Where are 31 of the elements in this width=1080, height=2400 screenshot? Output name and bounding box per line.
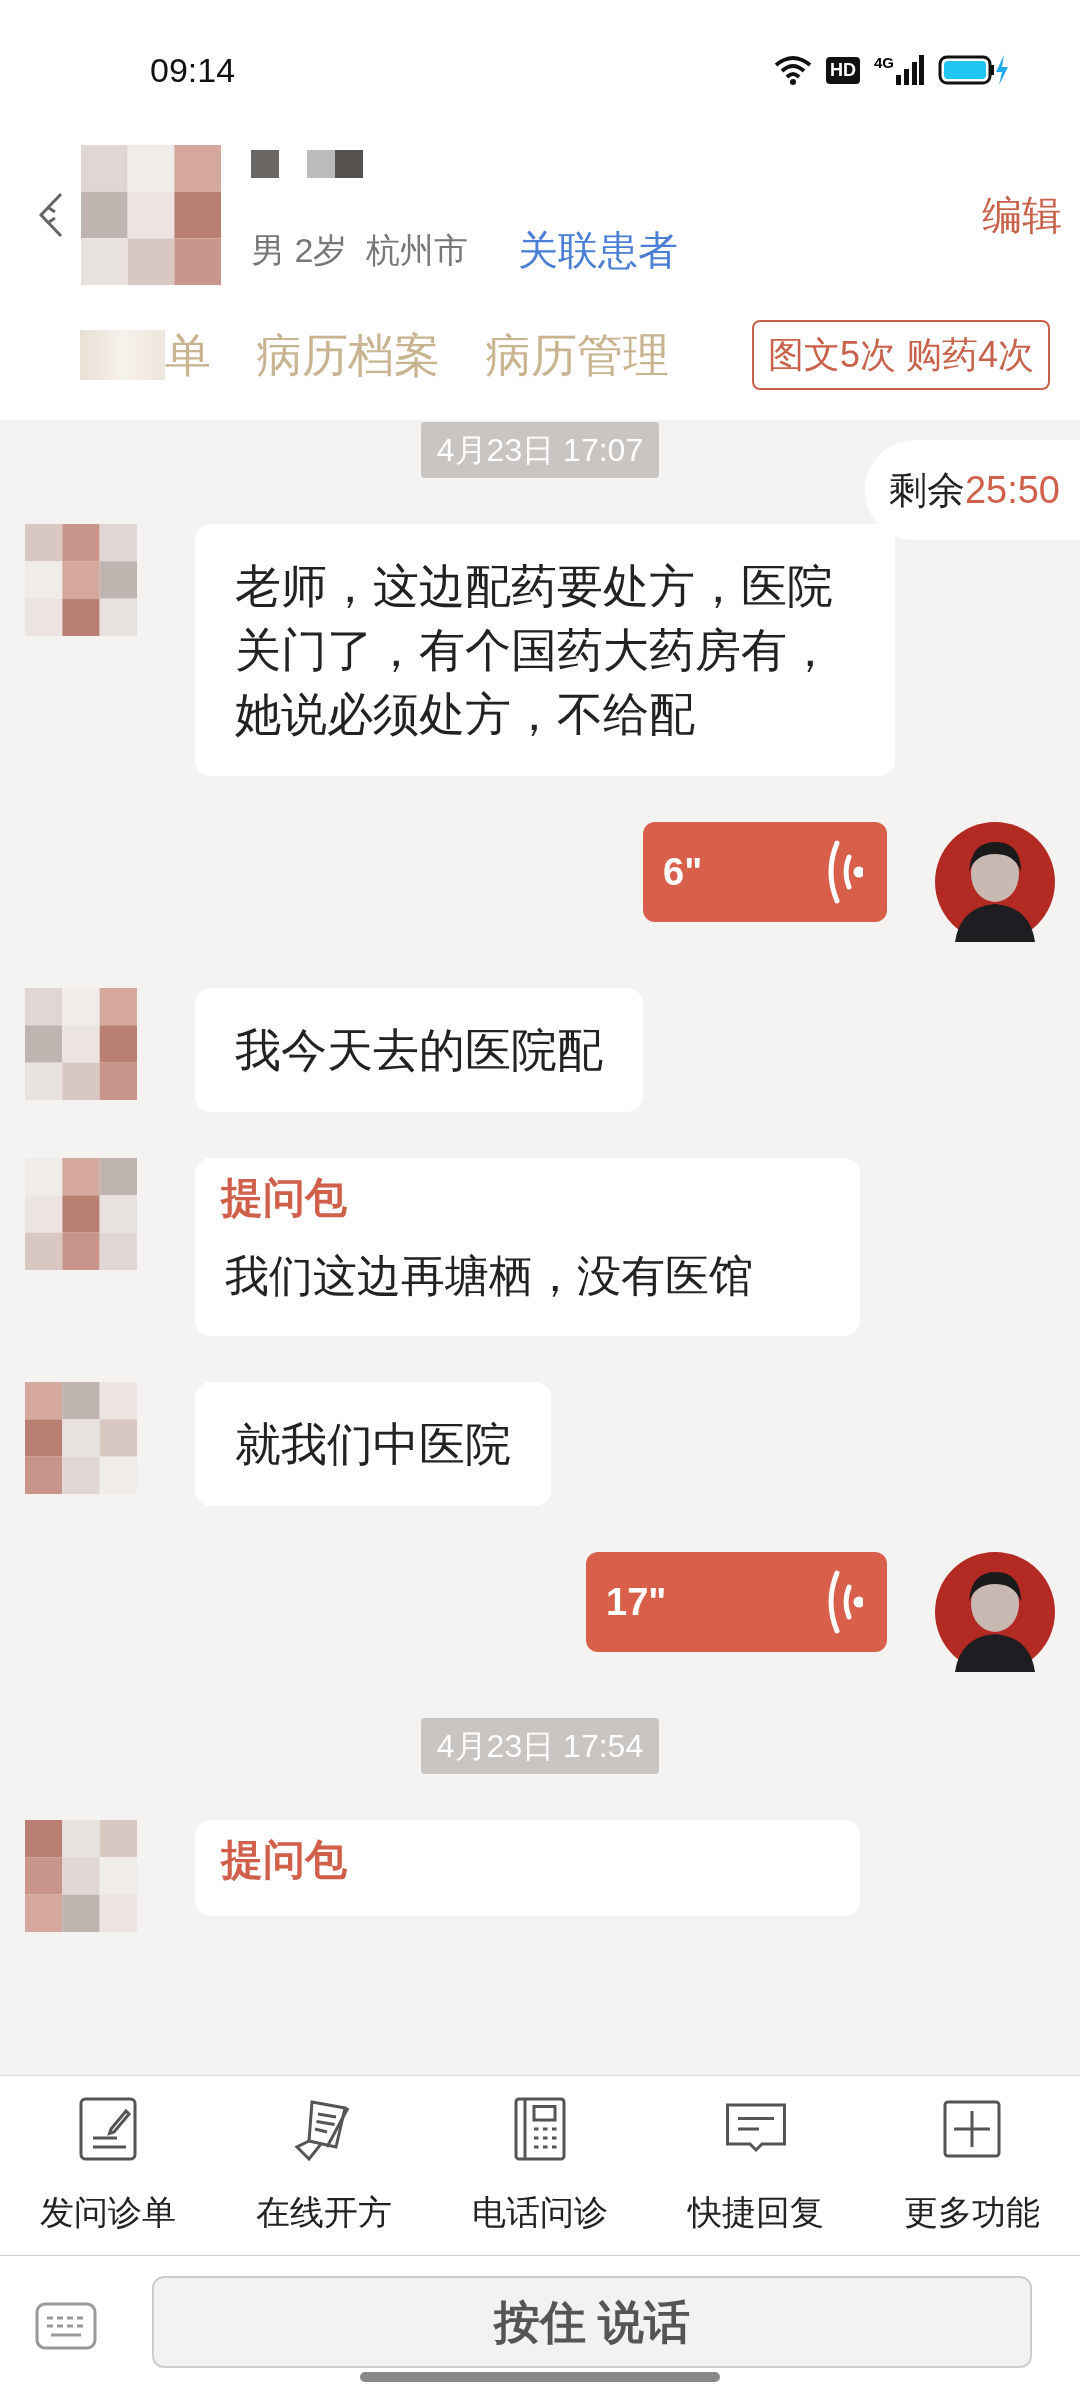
tab[interactable]: 病历管理 — [485, 320, 669, 390]
voice-message[interactable]: 6" — [643, 822, 887, 922]
timestamp: 4月23日 17:54 — [420, 1718, 660, 1774]
wifi-icon — [774, 55, 812, 85]
toolbar-button[interactable]: 快捷回复 — [648, 2093, 864, 2238]
tab[interactable]: 病历档案 — [256, 320, 440, 390]
message-bubble: 就我们中医院 — [195, 1382, 551, 1506]
tab[interactable]: 单 — [80, 320, 211, 390]
message-bubble: 我今天去的医院配 — [195, 988, 643, 1112]
hd-badge: HD — [826, 56, 860, 84]
signal-icon — [896, 55, 924, 85]
time-remaining: 剩余25:50 — [888, 467, 1060, 513]
patient-info: 男 2岁 杭州市 — [251, 229, 469, 271]
voice-message[interactable]: 17" — [586, 1552, 887, 1652]
edit-button[interactable]: 编辑 — [974, 185, 1070, 245]
battery-charging-icon — [938, 53, 1010, 87]
network-type: 4G — [874, 55, 894, 70]
toolbar-button[interactable]: 电话问诊 — [432, 2093, 648, 2238]
link-patient-link[interactable]: 关联患者 — [518, 220, 679, 280]
card-title: 提问包 — [221, 1173, 348, 1223]
message-text: 我们这边再塘栖，没有医馆 — [225, 1250, 754, 1302]
hold-to-talk-button[interactable]: 按住 说话 — [152, 2276, 1032, 2368]
toolbar-button[interactable]: 在线开方 — [216, 2093, 432, 2238]
toolbar-button[interactable]: 发问诊单 — [0, 2093, 216, 2238]
card-title: 提问包 — [221, 1835, 348, 1885]
status-time: 09:14 — [150, 49, 236, 91]
message-bubble: 老师，这边配药要处方，医院关门了，有个国药大药房有，她说必须处方，不给配 — [195, 524, 895, 776]
usage-badge: 图文5次 购药4次 — [751, 320, 1050, 390]
toolbar-button[interactable]: 更多功能 — [864, 2093, 1080, 2238]
timestamp: 4月23日 17:07 — [420, 422, 660, 478]
keyboard-icon — [35, 2302, 97, 2350]
